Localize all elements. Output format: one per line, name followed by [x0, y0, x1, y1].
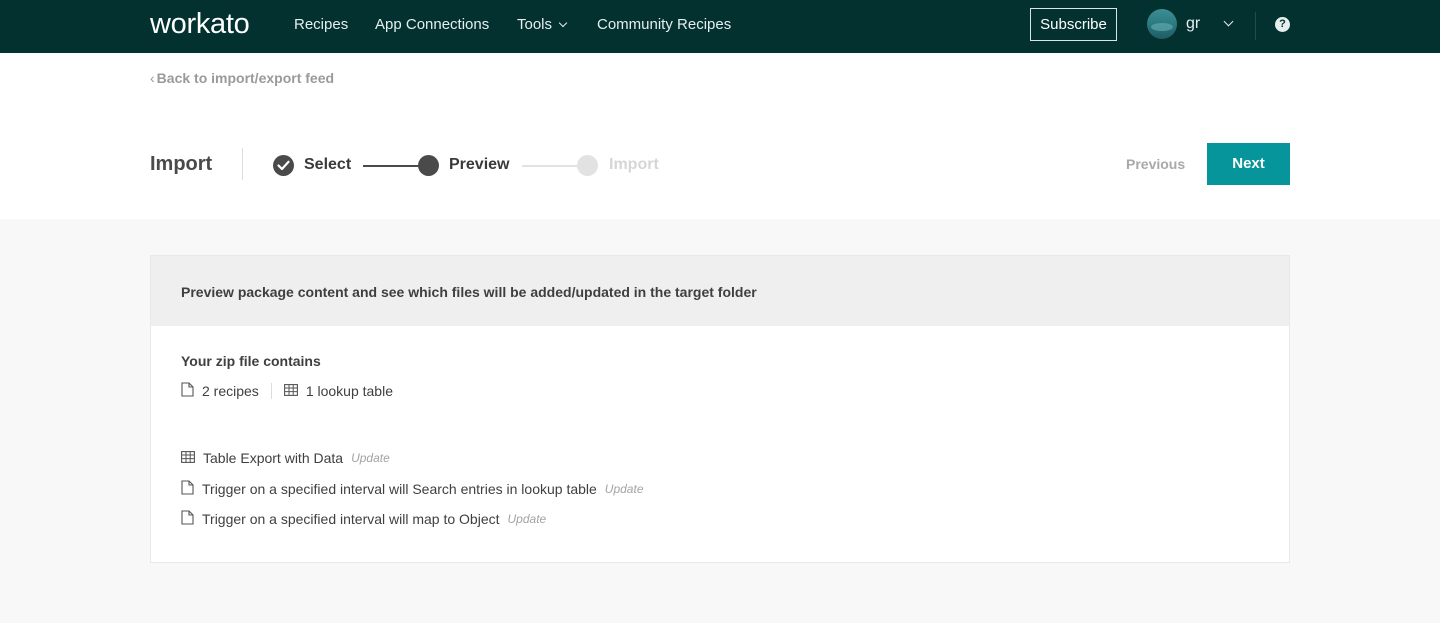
table-icon	[181, 450, 195, 466]
step-connector-done	[363, 165, 421, 167]
file-icon	[181, 382, 194, 400]
recipes-count: 2 recipes	[202, 383, 259, 399]
avatar[interactable]	[1147, 9, 1177, 39]
chevron-left-icon: ‹	[150, 70, 155, 86]
item-name: Trigger on a specified interval will Sea…	[202, 481, 597, 497]
workato-logo[interactable]: workato	[150, 8, 250, 41]
zip-contents-title: Your zip file contains	[181, 353, 321, 369]
status-badge: Update	[604, 482, 644, 496]
user-menu-chevron-icon[interactable]	[1223, 16, 1234, 27]
top-navigation: workato Recipes App Connections Tools Co…	[0, 0, 1440, 53]
zip-summary: 2 recipes 1 lookup table	[181, 382, 393, 400]
step-select-label: Select	[304, 156, 352, 173]
summary-divider	[270, 383, 272, 399]
table-icon	[283, 383, 298, 399]
card-header-text: Preview package content and see which fi…	[181, 284, 757, 300]
help-icon[interactable]: ?	[1275, 17, 1290, 32]
step-preview-label: Preview	[449, 156, 510, 173]
title-divider	[242, 148, 243, 180]
nav-community-recipes-link[interactable]: Community Recipes	[597, 16, 731, 33]
next-button[interactable]: Next	[1207, 143, 1290, 185]
username-label[interactable]: gr	[1186, 15, 1200, 33]
status-badge: Update	[351, 451, 390, 465]
step-select-check-icon	[273, 155, 294, 176]
item-name: Table Export with Data	[203, 450, 344, 466]
nav-tools-menu[interactable]: Tools	[517, 16, 568, 33]
subscribe-button[interactable]: Subscribe	[1030, 8, 1117, 41]
step-connector-pending	[522, 165, 580, 167]
preview-card: Preview package content and see which fi…	[150, 255, 1290, 563]
item-name: Trigger on a specified interval will map…	[202, 511, 500, 527]
step-import-label: Import	[609, 156, 659, 173]
step-preview-dot	[418, 155, 439, 176]
list-item: Table Export with Data Update	[181, 450, 390, 466]
nav-recipes-link[interactable]: Recipes	[294, 16, 348, 33]
nav-app-connections-link[interactable]: App Connections	[375, 16, 489, 33]
file-icon	[181, 510, 194, 528]
card-header: Preview package content and see which fi…	[151, 256, 1289, 326]
file-icon	[181, 480, 194, 498]
chevron-down-icon	[558, 18, 568, 28]
list-item: Trigger on a specified interval will map…	[181, 510, 546, 528]
nav-divider	[1255, 12, 1256, 40]
back-link-label: Back to import/export feed	[156, 70, 335, 86]
back-link[interactable]: ‹ Back to import/export feed	[150, 70, 334, 86]
status-badge: Update	[507, 512, 547, 526]
previous-button[interactable]: Previous	[1126, 156, 1185, 172]
list-item: Trigger on a specified interval will Sea…	[181, 480, 644, 498]
step-import-dot	[577, 155, 598, 176]
nav-tools-label: Tools	[517, 16, 553, 33]
lookup-table-count: 1 lookup table	[305, 383, 393, 399]
page-title: Import	[150, 153, 213, 175]
